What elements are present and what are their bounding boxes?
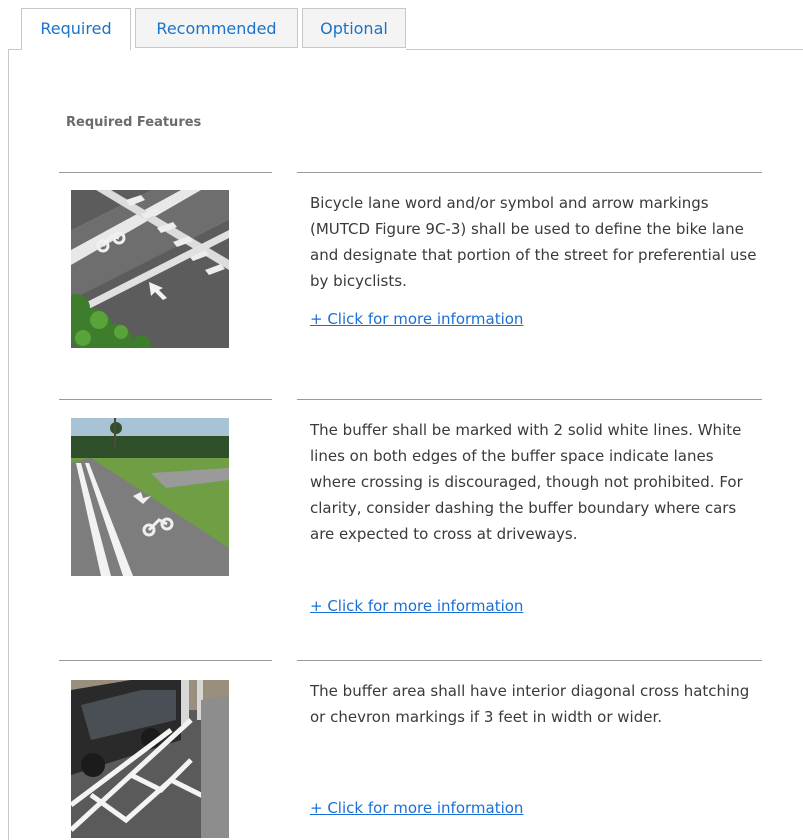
divider-image-1 [59, 172, 272, 173]
feature-description-2: The buffer shall be marked with 2 solid … [310, 421, 743, 543]
buffered-bike-lane-photo [71, 418, 229, 576]
section-heading: Required Features [66, 115, 202, 130]
divider-image-3 [59, 660, 272, 661]
tab-required[interactable]: Required [21, 8, 131, 50]
tab-strip: Required Recommended Optional [0, 0, 803, 50]
tab-optional[interactable]: Optional [302, 8, 406, 48]
more-info-link-1[interactable]: + Click for more information [310, 310, 523, 328]
feature-description-1: Bicycle lane word and/or symbol and arro… [310, 194, 757, 290]
divider-text-1 [297, 172, 762, 173]
tab-recommended[interactable]: Recommended [135, 8, 298, 48]
more-info-link-3[interactable]: + Click for more information [310, 799, 523, 817]
divider-text-3 [297, 660, 762, 661]
divider-text-2 [297, 399, 762, 400]
divider-image-2 [59, 399, 272, 400]
feature-description-3: The buffer area shall have interior diag… [310, 682, 750, 726]
more-info-link-2[interactable]: + Click for more information [310, 597, 523, 615]
buffer-cross-hatching-photo [71, 680, 229, 838]
bike-lane-symbol-photo [71, 190, 229, 348]
